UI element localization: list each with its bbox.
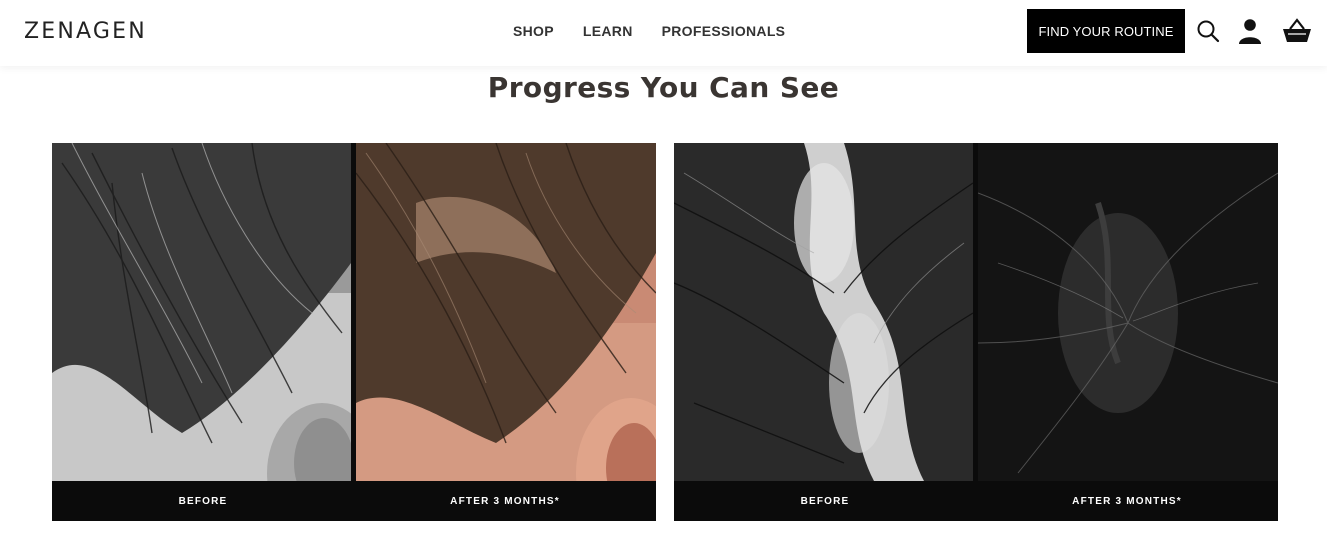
cart-icon[interactable]: [1281, 17, 1313, 45]
after-photo-crown: [978, 143, 1278, 481]
before-caption: BEFORE: [178, 495, 228, 507]
account-icon[interactable]: [1237, 17, 1263, 45]
nav-learn[interactable]: LEARN: [583, 23, 633, 39]
comparison-card-1: BEFORE AFTER 3 MONTHS*: [52, 143, 656, 521]
nav-professionals[interactable]: PROFESSIONALS: [662, 23, 786, 39]
site-header: ZENAGEN SHOP LEARN PROFESSIONALS FIND YO…: [0, 0, 1327, 66]
after-photo-hairline: [356, 143, 656, 481]
after-caption: AFTER 3 MONTHS*: [450, 495, 560, 507]
search-icon[interactable]: [1196, 17, 1222, 45]
comparison-card-2: BEFORE AFTER 3 MONTHS*: [674, 143, 1278, 521]
section-title: Progress You Can See: [487, 71, 840, 104]
nav-shop[interactable]: SHOP: [513, 23, 554, 39]
zenagen-logo[interactable]: ZENAGEN: [24, 19, 147, 44]
before-photo-crown: [674, 143, 973, 481]
before-caption: BEFORE: [800, 495, 850, 507]
after-caption: AFTER 3 MONTHS*: [1072, 495, 1182, 507]
find-your-routine-button[interactable]: FIND YOUR ROUTINE: [1027, 9, 1185, 53]
before-photo-hairline: [52, 143, 351, 481]
main-nav: SHOP LEARN PROFESSIONALS: [513, 23, 785, 39]
